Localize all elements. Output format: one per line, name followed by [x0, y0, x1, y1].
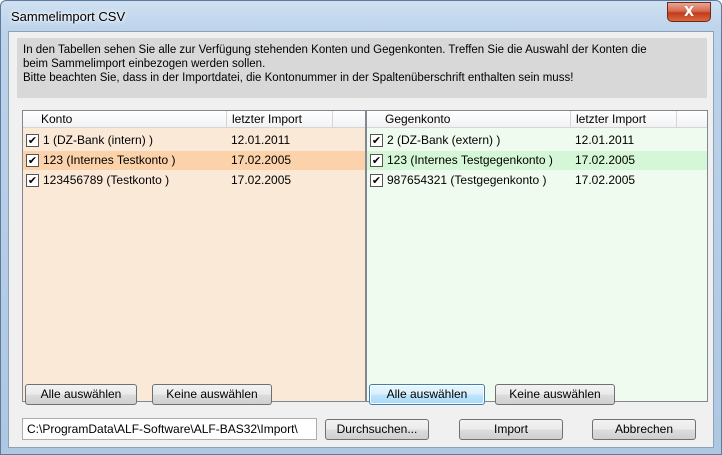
gegenkonto-name: 987654321 (Testgegenkonto ) — [387, 173, 547, 187]
gegenkonto-date: 12.01.2011 — [575, 133, 635, 147]
gegenkonten-list-header: Gegenkonto letzter Import — [367, 111, 707, 128]
gegenkonten-select-none-button[interactable]: Keine auswählen — [495, 384, 615, 405]
konten-list[interactable]: Konto letzter Import ✔ 1 (DZ-Bank (inter… — [22, 110, 366, 402]
cancel-button[interactable]: Abbrechen — [592, 419, 696, 440]
konto-date: 17.02.2005 — [231, 173, 292, 187]
konto-row[interactable]: ✔ 1 (DZ-Bank (intern) ) 12.01.2011 — [23, 131, 365, 150]
konten-list-header: Konto letzter Import — [23, 111, 365, 128]
close-button[interactable]: X — [667, 2, 711, 22]
gegenkonto-checkbox[interactable]: ✔ — [370, 134, 383, 147]
import-path-field[interactable]: C:\ProgramData\ALF-Software\ALF-BAS32\Im… — [22, 418, 317, 440]
gegenkonto-row[interactable]: ✔ 2 (DZ-Bank (extern) ) 12.01.2011 — [367, 131, 707, 150]
gegenkonto-checkbox[interactable]: ✔ — [370, 154, 383, 167]
konto-date: 17.02.2005 — [231, 153, 292, 167]
browse-button[interactable]: Durchsuchen... — [325, 419, 429, 440]
dialog-client-area: In den Tabellen sehen Sie alle zur Verfü… — [8, 31, 714, 448]
dialog-window: Sammelimport CSV X In den Tabellen sehen… — [0, 0, 722, 455]
konto-checkbox[interactable]: ✔ — [26, 134, 39, 147]
gegenkonto-date: 17.02.2005 — [575, 173, 636, 187]
gegenkonto-row[interactable]: ✔ 987654321 (Testgegenkonto ) 17.02.2005 — [367, 171, 707, 190]
konto-date: 12.01.2011 — [231, 133, 291, 147]
konto-row[interactable]: ✔ 123456789 (Testkonto ) 17.02.2005 — [23, 171, 365, 190]
column-header-letzter-import[interactable]: letzter Import — [571, 111, 677, 128]
konto-checkbox[interactable]: ✔ — [26, 154, 39, 167]
column-header-gegenkonto[interactable]: Gegenkonto — [367, 111, 571, 128]
konten-select-none-button[interactable]: Keine auswählen — [152, 384, 272, 405]
column-header-konto[interactable]: Konto — [23, 111, 227, 128]
konto-name: 1 (DZ-Bank (intern) ) — [43, 133, 154, 147]
info-line-3: Bitte beachten Sie, dass in der Importda… — [23, 72, 574, 84]
gegenkonten-list[interactable]: Gegenkonto letzter Import ✔ 2 (DZ-Bank (… — [366, 110, 708, 402]
gegenkonto-name: 123 (Internes Testgegenkonto ) — [387, 153, 553, 167]
gegenkonto-name: 2 (DZ-Bank (extern) ) — [387, 133, 501, 147]
konto-checkbox[interactable]: ✔ — [26, 174, 39, 187]
column-header-letzter-import[interactable]: letzter Import — [227, 111, 333, 128]
info-line-2: beim Sammelimport einbezogen werden soll… — [23, 58, 266, 70]
konto-name: 123 (Internes Testkonto ) — [43, 153, 176, 167]
import-button[interactable]: Import — [459, 419, 563, 440]
konto-row-selected[interactable]: ✔ 123 (Internes Testkonto ) 17.02.2005 — [23, 151, 365, 170]
gegenkonten-select-all-button[interactable]: Alle auswählen — [369, 384, 485, 405]
title-bar: Sammelimport CSV X — [1, 1, 721, 31]
window-title: Sammelimport CSV — [11, 9, 126, 24]
gegenkonto-checkbox[interactable]: ✔ — [370, 174, 383, 187]
gegenkonto-row-selected[interactable]: ✔ 123 (Internes Testgegenkonto ) 17.02.2… — [367, 151, 707, 170]
konten-select-all-button[interactable]: Alle auswählen — [25, 384, 137, 405]
close-icon: X — [683, 4, 695, 20]
info-line-1: In den Tabellen sehen Sie alle zur Verfü… — [23, 44, 647, 56]
konto-name: 123456789 (Testkonto ) — [43, 173, 170, 187]
info-text-panel: In den Tabellen sehen Sie alle zur Verfü… — [17, 38, 707, 98]
gegenkonto-date: 17.02.2005 — [575, 153, 636, 167]
